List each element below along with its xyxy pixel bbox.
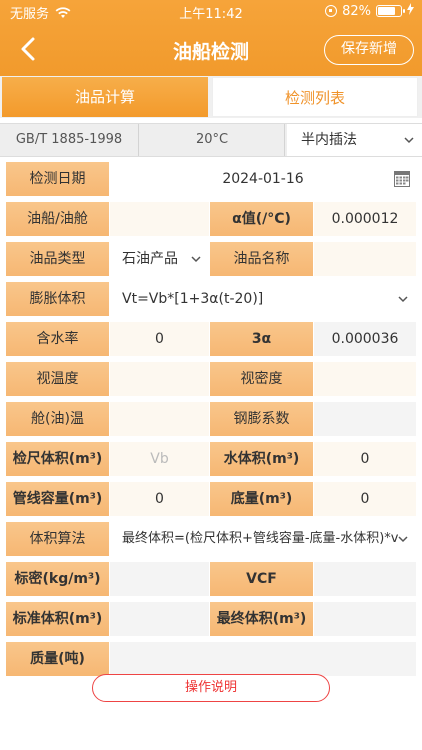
vcf-value — [314, 562, 416, 596]
row-date: 检测日期 2024-01-16 — [6, 162, 416, 196]
method-select[interactable]: 半内插法 — [287, 124, 422, 156]
std-vol-value — [110, 602, 209, 636]
steel-coef-value — [314, 402, 416, 436]
gauge-vol-placeholder: Vb — [150, 451, 169, 467]
pipe-cap-input[interactable]: 0 — [110, 482, 209, 516]
standard-selector[interactable]: GB/T 1885-1998 — [0, 124, 139, 156]
row-tank: 舱(油)温 钢膨系数 — [6, 402, 416, 436]
calendar-icon[interactable] — [394, 170, 410, 187]
alpha-label: α值(/°C) — [210, 202, 313, 236]
water-rate-input[interactable]: 0 — [110, 322, 209, 356]
view-temp-input[interactable] — [110, 362, 209, 396]
gauge-vol-label: 检尺体积(m³) — [6, 442, 109, 476]
bottom-label: 底量(m³) — [210, 482, 313, 516]
row-volume: 标准体积(m³) 最终体积(m³) — [6, 602, 416, 636]
gauge-vol-input[interactable]: Vb — [110, 442, 209, 476]
date-field[interactable]: 2024-01-16 — [110, 162, 416, 196]
date-label: 检测日期 — [6, 162, 109, 196]
ship-input[interactable] — [110, 202, 209, 236]
status-bar: 无服务 上午11:42 82% — [0, 0, 422, 22]
view-density-label: 视密度 — [210, 362, 313, 396]
battery-percent: 82% — [342, 3, 371, 19]
algo-value: 最终体积=(检尺体积+管线容量-底量-水体积)*v — [122, 531, 399, 546]
oil-name-input[interactable] — [314, 242, 416, 276]
std-density-label: 标密(kg/m³) — [6, 562, 109, 596]
final-vol-value — [314, 602, 416, 636]
row-expansion: 膨胀体积 Vt=Vb*[1+3α(t-20)] — [6, 282, 416, 316]
expansion-label: 膨胀体积 — [6, 282, 109, 316]
nav-bar: 油船检测 保存新增 — [0, 22, 422, 76]
tab-inspection-list[interactable]: 检测列表 — [212, 77, 418, 117]
row-water: 含水率 0 3α 0.000036 — [6, 322, 416, 356]
chevron-down-icon — [398, 296, 408, 303]
algo-label: 体积算法 — [6, 522, 109, 556]
view-temp-label: 视温度 — [6, 362, 109, 396]
status-right: 82% — [325, 3, 414, 19]
bottom-input[interactable]: 0 — [314, 482, 416, 516]
header-area: 无服务 上午11:42 82% 油船检测 保存新增 — [0, 0, 422, 76]
mass-label: 质量(吨) — [6, 642, 109, 676]
tab-bar: 油品计算 检测列表 — [0, 76, 422, 118]
mass-value — [110, 642, 416, 676]
row-mass: 质量(吨) — [6, 642, 416, 676]
chevron-down-icon — [191, 256, 201, 263]
alpha-input[interactable]: 0.000012 — [314, 202, 416, 236]
oil-name-label: 油品名称 — [210, 242, 313, 276]
expansion-select[interactable]: Vt=Vb*[1+3α(t-20)] — [110, 282, 416, 316]
tank-temp-label: 舱(油)温 — [6, 402, 109, 436]
final-vol-label: 最终体积(m³) — [210, 602, 313, 636]
chevron-down-icon — [404, 137, 414, 144]
three-alpha-value: 0.000036 — [314, 322, 416, 356]
row-std-density: 标密(kg/m³) VCF — [6, 562, 416, 596]
row-ship-alpha: 油船/油舱 α值(/°C) 0.000012 — [6, 202, 416, 236]
ship-label: 油船/油舱 — [6, 202, 109, 236]
oil-type-value: 石油产品 — [122, 251, 178, 267]
charging-icon — [407, 3, 414, 19]
std-vol-label: 标准体积(m³) — [6, 602, 109, 636]
three-alpha-label: 3α — [210, 322, 313, 356]
pipe-cap-label: 管线容量(m³) — [6, 482, 109, 516]
battery-icon — [376, 5, 405, 17]
oil-type-label: 油品类型 — [6, 242, 109, 276]
std-density-value — [110, 562, 209, 596]
row-pipe: 管线容量(m³) 0 底量(m³) 0 — [6, 482, 416, 516]
method-value: 半内插法 — [301, 132, 357, 148]
row-gauge: 检尺体积(m³) Vb 水体积(m³) 0 — [6, 442, 416, 476]
date-value: 2024-01-16 — [222, 171, 304, 187]
rotation-lock-icon — [325, 5, 338, 17]
view-density-input[interactable] — [314, 362, 416, 396]
row-algo: 体积算法 最终体积=(检尺体积+管线容量-底量-水体积)*v — [6, 522, 416, 556]
expansion-value: Vt=Vb*[1+3α(t-20)] — [122, 291, 264, 307]
row-view: 视温度 视密度 — [6, 362, 416, 396]
vcf-label: VCF — [210, 562, 313, 596]
row-oil-type: 油品类型 石油产品 油品名称 — [6, 242, 416, 276]
water-rate-label: 含水率 — [6, 322, 109, 356]
water-vol-label: 水体积(m³) — [210, 442, 313, 476]
battery-fill — [378, 7, 396, 15]
chevron-down-icon — [398, 535, 408, 543]
save-new-button[interactable]: 保存新增 — [324, 35, 414, 65]
tank-temp-input[interactable] — [110, 402, 209, 436]
water-vol-input[interactable]: 0 — [314, 442, 416, 476]
steel-coef-label: 钢膨系数 — [210, 402, 313, 436]
temperature-selector[interactable]: 20°C — [140, 124, 285, 156]
algo-select[interactable]: 最终体积=(检尺体积+管线容量-底量-水体积)*v — [110, 522, 416, 556]
oil-type-select[interactable]: 石油产品 — [110, 242, 209, 276]
tab-oil-calc[interactable]: 油品计算 — [2, 77, 208, 117]
help-button[interactable]: 操作说明 — [92, 674, 330, 702]
standards-row: GB/T 1885-1998 20°C 半内插法 — [0, 123, 422, 157]
